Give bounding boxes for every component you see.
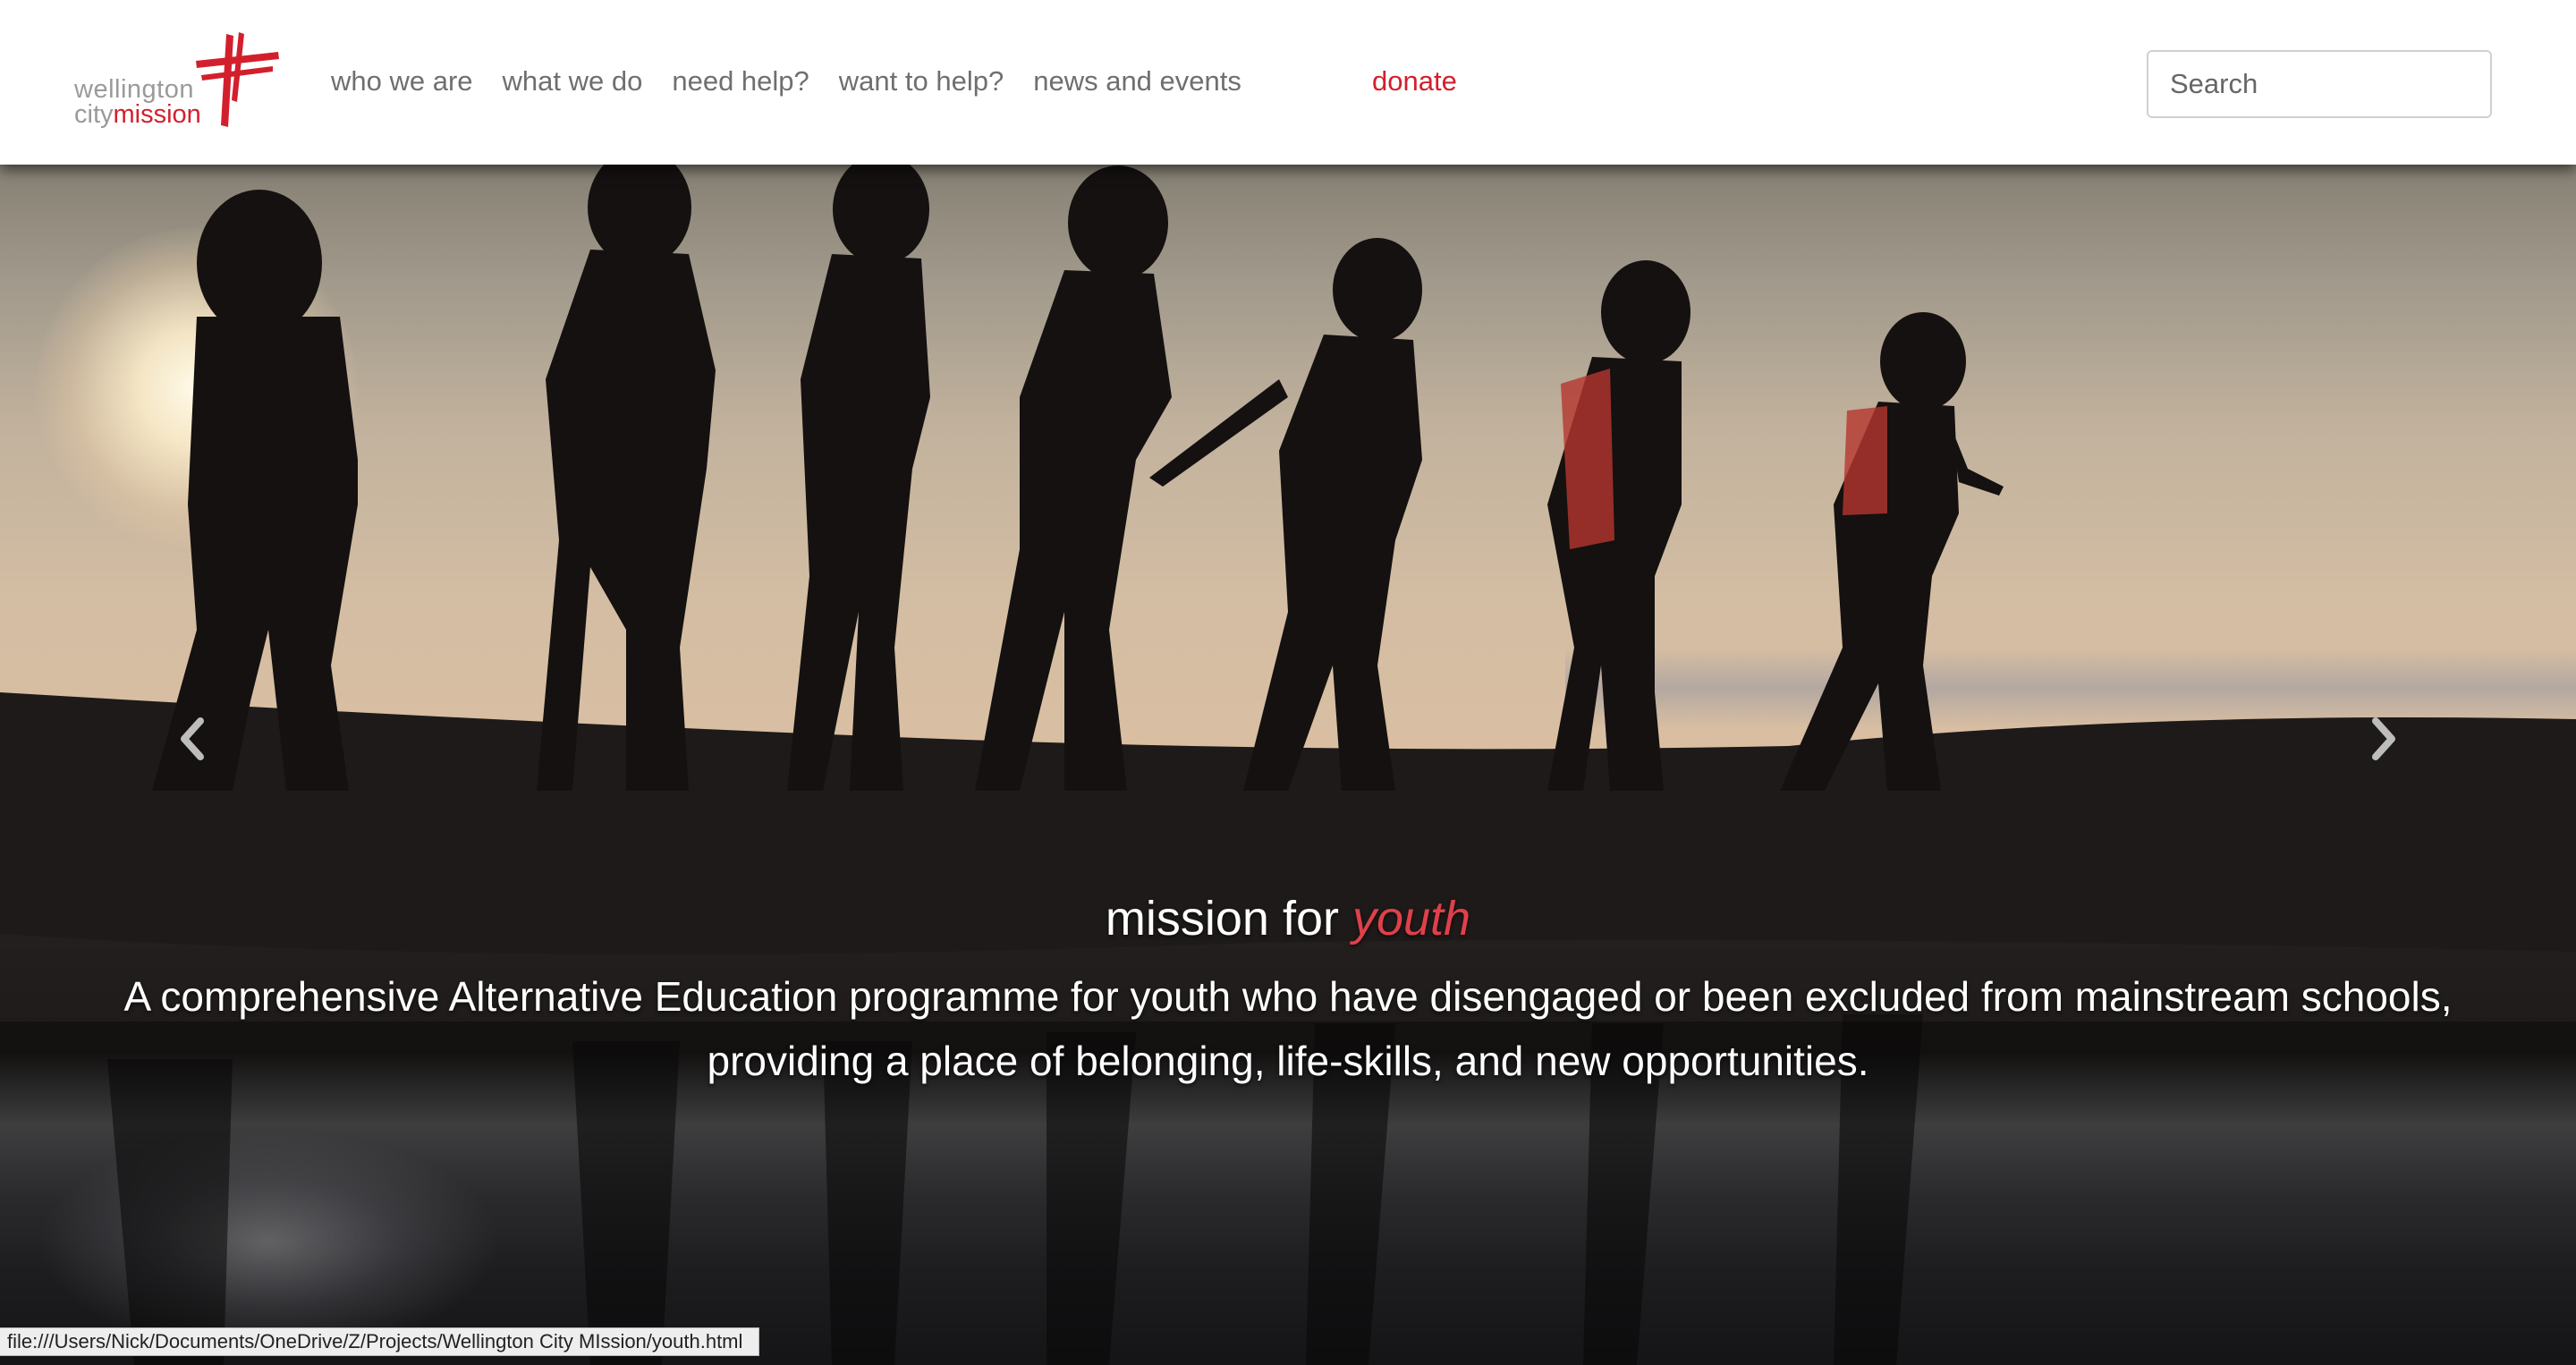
nav-what-we-do[interactable]: what we do xyxy=(503,65,643,98)
nav-need-help[interactable]: need help? xyxy=(672,65,809,98)
carousel-next-chevron-right-icon[interactable] xyxy=(2356,712,2410,766)
hero-caption-text: A comprehensive Alternative Education pr… xyxy=(123,973,2453,1084)
hero-carousel xyxy=(0,165,2576,1365)
main-nav: who we are what we do need help? want to… xyxy=(331,61,1271,102)
browser-status-bar-url: file:///Users/Nick/Documents/OneDrive/Z/… xyxy=(0,1327,760,1356)
wellington-city-mission-logo[interactable]: wellington citymission xyxy=(72,29,286,134)
logo-text-city-mission: citymission xyxy=(74,100,201,130)
nav-want-to-help[interactable]: want to help? xyxy=(839,65,1004,98)
cross-logo-icon xyxy=(196,32,279,127)
carousel-prev-chevron-left-icon[interactable] xyxy=(166,712,220,766)
caption-title-prefix: mission for xyxy=(1105,892,1352,945)
top-navbar: wellington citymission who we are what w… xyxy=(0,0,2576,165)
caption-title-accent: youth xyxy=(1352,892,1471,945)
hero-caption-title: mission for youth xyxy=(0,891,2576,946)
nav-who-we-are[interactable]: who we are xyxy=(331,65,473,98)
nav-donate[interactable]: donate xyxy=(1372,61,1457,102)
logo-text-city: city xyxy=(74,100,114,129)
search-input[interactable] xyxy=(2147,50,2492,118)
nav-news-and-events[interactable]: news and events xyxy=(1033,65,1241,98)
logo-text-mission: mission xyxy=(113,100,201,129)
